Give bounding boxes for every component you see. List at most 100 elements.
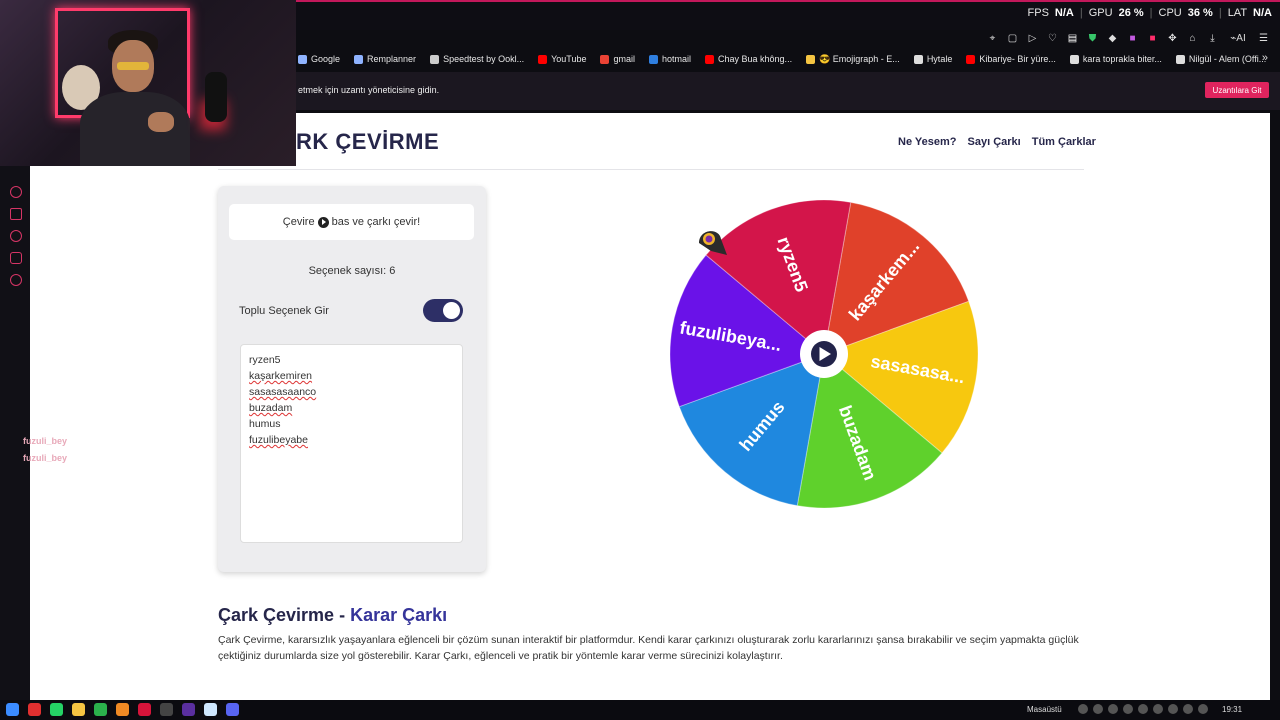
bookmark-item[interactable]: Kibariye- Bir yüre... (966, 54, 1056, 64)
bookmark-item[interactable]: YouTube (538, 54, 586, 64)
article-title: Çark Çevirme - Karar Çarkı (218, 605, 447, 626)
tray-app-icon[interactable] (1093, 704, 1103, 714)
opera-icon[interactable] (138, 703, 151, 716)
download-icon[interactable]: ⤓ (1206, 32, 1219, 45)
site-title[interactable]: RK ÇEVİRME (296, 129, 439, 155)
system-tray (1078, 704, 1208, 714)
web-page (30, 113, 1270, 700)
bookmark-label: Remplanner (367, 54, 417, 64)
network-icon[interactable] (1168, 704, 1178, 714)
page-icon (913, 54, 923, 64)
bookmark-label: YouTube (551, 54, 587, 64)
bookmark-item[interactable]: Chay Bua không... (705, 54, 792, 64)
bookmark-icon[interactable] (10, 208, 22, 220)
bookmark-label: 😎 Emojigraph - E... (819, 53, 900, 64)
browser-toolbar-icons: ⌖ ▢ ▷ ♡ ▤ ⛊ ◆ ■ ■ ✥ ⌂ ⤓ ⌁AI ☰ (986, 30, 1270, 46)
option-line: humus (249, 418, 281, 430)
spin-hint: Çevire bas ve çarkı çevir! (229, 204, 474, 240)
bookmark-item[interactable]: Nilgül - Alem (Offi... (1175, 54, 1267, 64)
bookmark-label: Nilgül - Alem (Offi... (1188, 54, 1267, 64)
cpu-value: 36 % (1187, 7, 1213, 19)
media-play-icon[interactable]: ▷ (1026, 32, 1039, 45)
extension-icon[interactable]: ■ (1146, 32, 1159, 45)
pin-icon[interactable]: ⌖ (986, 32, 999, 45)
bookmark-label: hotmail (662, 54, 692, 64)
hint-text-after: bas ve çarkı çevir! (331, 216, 421, 228)
settings-icon[interactable] (10, 274, 22, 286)
discord-icon[interactable] (226, 703, 239, 716)
bookmark-label: gmail (613, 54, 635, 64)
extension-icon[interactable]: ■ (1126, 32, 1139, 45)
xbox-icon[interactable] (94, 703, 107, 716)
youtube-icon (705, 54, 715, 64)
taskbar-icons (6, 703, 239, 716)
folder-icon (298, 54, 307, 64)
bookmark-item[interactable]: Google (298, 54, 340, 64)
tray-app-icon[interactable] (1108, 704, 1118, 714)
nav-ne-yesem[interactable]: Ne Yesem? (898, 136, 957, 148)
obs-icon[interactable] (160, 703, 173, 716)
record-icon[interactable] (10, 186, 22, 198)
vs-icon[interactable] (182, 703, 195, 716)
clock[interactable]: 19:31 (1222, 705, 1242, 714)
tray-app-icon[interactable] (1153, 704, 1163, 714)
bookmark-item[interactable]: Hytale (913, 54, 953, 64)
clock-icon[interactable] (10, 230, 22, 242)
tray-chevron-icon[interactable] (1078, 704, 1088, 714)
bulk-entry-toggle[interactable] (423, 299, 463, 322)
shield-icon[interactable]: ⛊ (1086, 32, 1099, 45)
extension-icon[interactable]: ▤ (1066, 32, 1079, 45)
diamond-icon[interactable]: ◆ (1106, 32, 1119, 45)
bookmark-label: Hytale (926, 54, 953, 64)
tag-icon[interactable]: ⌂ (1186, 32, 1199, 45)
notes-icon[interactable] (204, 703, 217, 716)
bookmark-item[interactable]: 😎 Emojigraph - E... (806, 54, 900, 65)
option-line: buzadam (249, 402, 293, 414)
ai-icon[interactable]: ⌁AI (1226, 32, 1250, 45)
puzzle-icon[interactable] (10, 252, 22, 264)
chat-text: dönn (69, 453, 90, 463)
stats-separator: | (1149, 7, 1153, 19)
cpu-label: CPU (1158, 7, 1182, 19)
start-icon[interactable] (6, 703, 19, 716)
nav-sayi-carki[interactable]: Sayı Çarkı (968, 136, 1021, 148)
chat-message: fuzuli_bey yapsın (23, 436, 96, 446)
options-textarea[interactable]: ryzen5 kaşarkemiren sasasasaanco buzadam… (240, 344, 463, 543)
bookmark-item[interactable]: Speedtest by Ookl... (430, 54, 524, 64)
tray-app-icon[interactable] (1123, 704, 1133, 714)
battery-icon[interactable] (1198, 704, 1208, 714)
bookmark-item[interactable]: hotmail (649, 54, 691, 64)
lat-value: N/A (1253, 7, 1272, 19)
option-line: fuzulibeyabe (249, 434, 308, 446)
bookmark-item[interactable]: kara toprakla biter... (1069, 54, 1162, 64)
heart-icon[interactable]: ♡ (1046, 32, 1059, 45)
chat-user: fuzuli_bey (23, 453, 68, 463)
bookmark-label: Kibariye- Bir yüre... (979, 54, 1056, 64)
fps-value: N/A (1054, 7, 1074, 19)
youtube-icon (966, 54, 976, 64)
article-title-accent: Karar Çarkı (350, 605, 448, 625)
spin-button[interactable] (800, 330, 848, 378)
search-icon[interactable] (116, 703, 129, 716)
page-icon (1069, 54, 1079, 64)
desktop-label[interactable]: Masaüstü (1027, 705, 1062, 714)
fps-label: FPS (1027, 7, 1049, 19)
chat-message: fuzuli_bey dönn (23, 453, 90, 463)
puzzle-icon[interactable]: ✥ (1166, 32, 1179, 45)
go-to-extensions-button[interactable]: Uzantılara Git (1205, 82, 1269, 98)
decision-wheel[interactable]: kaşarkem...sasasasa...buzadamhumusfuzuli… (669, 199, 979, 509)
site-nav: Ne Yesem? Sayı Çarkı Tüm Çarklar (898, 136, 1096, 148)
bookmark-item[interactable]: Remplanner (354, 54, 416, 64)
bookmark-item[interactable]: gmail (600, 54, 635, 64)
article-body: Çark Çevirme, kararsızlık yaşayanlara eğ… (218, 634, 1079, 662)
nav-tum-carklar[interactable]: Tüm Çarklar (1032, 136, 1096, 148)
whatsapp-icon[interactable] (50, 703, 63, 716)
tray-app-icon[interactable] (1138, 704, 1148, 714)
window-icon[interactable]: ▢ (1006, 32, 1019, 45)
bookmarks-more-icon[interactable]: » (1262, 52, 1268, 64)
explorer-icon[interactable] (72, 703, 85, 716)
volume-icon[interactable] (1183, 704, 1193, 714)
gpu-value: 26 % (1118, 7, 1144, 19)
menu-icon[interactable]: ☰ (1257, 32, 1270, 45)
app-icon[interactable] (28, 703, 41, 716)
